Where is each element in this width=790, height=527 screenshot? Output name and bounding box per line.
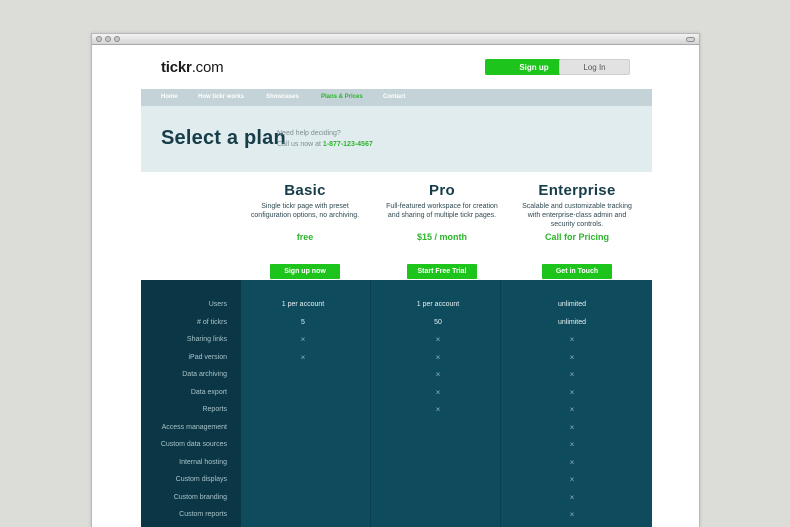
close-window-icon[interactable] [96,36,102,42]
included-mark: × [300,352,306,362]
feature-label: Internal hosting [179,458,227,466]
plan-price: Call for Pricing [544,232,609,242]
login-button[interactable]: Log In [559,59,630,75]
feature-label: iPad version [188,353,227,361]
nav-item-home[interactable]: Home [161,94,178,100]
feature-value: 5 [301,318,305,326]
plan-enterprise-cta-button[interactable]: Get in Touch [542,264,612,279]
table-row: Custom data sources × [141,437,652,454]
site-logo[interactable]: tickr.com [161,59,224,76]
phone-link[interactable]: 1-877-123-4567 [323,141,373,148]
table-row: Reports × × [141,402,652,419]
minimize-window-icon[interactable] [105,36,111,42]
included-mark: × [569,475,575,484]
plan-basic: Basic Single tickr page with preset conf… [248,182,362,279]
included-mark: × [300,335,306,344]
table-row: iPad version × × × [141,350,652,367]
included-mark: × [569,422,575,432]
included-mark: × [569,335,575,344]
included-mark: × [569,370,575,379]
toolbar-toggle-icon[interactable] [686,37,695,42]
included-mark: × [569,352,575,362]
nav-item-showcases[interactable]: Showcases [266,94,299,100]
table-row: # of tickrs 5 50 unlimited [141,315,652,332]
help-line-2-prefix: Call us now at [277,141,323,148]
logo-rest: .com [191,59,224,76]
zoom-window-icon[interactable] [114,36,120,42]
included-mark: × [435,370,441,379]
logo-bold: tickr [161,59,192,76]
included-mark: × [435,387,441,397]
nav-item-plans[interactable]: Plans & Prices [321,94,363,100]
plan-price: free [296,232,314,242]
table-row: Internal hosting × [141,455,652,472]
feature-value: 1 per account [281,301,325,308]
included-mark: × [569,457,575,467]
feature-value: 50 [434,318,442,326]
included-mark: × [569,405,575,414]
included-mark: × [569,440,575,449]
help-text: Need help deciding? Call us now at 1-877… [277,128,373,150]
feature-label: # of tickrs [197,318,227,326]
help-line-1: Need help deciding? [277,130,341,137]
feature-label: Custom branding [173,493,227,501]
nav-item-contact[interactable]: Contact [383,94,405,100]
table-row: Custom reports × [141,507,652,524]
included-mark: × [435,335,441,344]
included-mark: × [569,387,575,397]
plan-name: Pro [429,182,455,199]
plan-enterprise: Enterprise Scalable and customizable tra… [520,182,634,279]
table-row: Users 1 per account 1 per account unlimited [141,297,652,314]
hero-banner: Select a plan Need help deciding? Call u… [141,106,652,172]
table-row: Custom displays × [141,472,652,489]
feature-label: Access management [161,423,227,431]
table-row: Sharing links × × × [141,332,652,349]
window-titlebar [92,34,699,45]
feature-label: Custom reports [179,511,227,518]
plan-pro-cta-button[interactable]: Start Free Trial [407,264,477,279]
plan-description: Full-featured workspace for creation and… [386,203,498,219]
feature-label: Data archiving [182,371,227,378]
main-nav: Home How tickr works Showcases Plans & P… [141,89,652,106]
plans-section: Basic Single tickr page with preset conf… [141,172,652,280]
feature-value: unlimited [557,318,586,326]
webpage: tickr.com Sign up Log In Home How tickr … [141,45,652,527]
included-mark: × [569,510,575,519]
feature-label: Sharing links [186,336,227,343]
nav-item-how-it-works[interactable]: How tickr works [198,94,244,100]
feature-label: Users [208,301,227,308]
feature-table: Users 1 per account 1 per account unlimited… [141,280,652,527]
feature-value: 1 per account [416,301,460,308]
browser-window: tickr.com Sign up Log In Home How tickr … [91,33,700,527]
feature-label: Data export [190,388,227,396]
table-row: Custom branding × [141,490,652,507]
help-line-2: Call us now at 1-877-123-4567 [277,139,373,150]
feature-label: Custom data sources [160,441,227,448]
plan-name: Enterprise [538,182,616,199]
feature-value: unlimited [557,301,586,308]
table-row: Data export × × [141,385,652,402]
included-mark: × [435,352,441,362]
feature-label: Custom displays [175,476,227,483]
plan-pro: Pro Full-featured workspace for creation… [385,182,499,279]
table-row: Access management × [141,420,652,437]
plan-description: Scalable and customizable tracking with … [522,203,632,228]
plan-price: $15 / month [416,232,467,242]
included-mark: × [435,405,441,414]
site-header: tickr.com Sign up Log In [141,45,652,89]
plan-basic-cta-button[interactable]: Sign up now [270,264,340,279]
plan-name: Basic [284,182,326,199]
feature-label: Reports [202,406,227,413]
table-row: Data archiving × × [141,367,652,384]
included-mark: × [569,492,575,502]
page-title: Select a plan [161,127,286,149]
plan-description: Single tickr page with preset configurat… [250,203,360,219]
